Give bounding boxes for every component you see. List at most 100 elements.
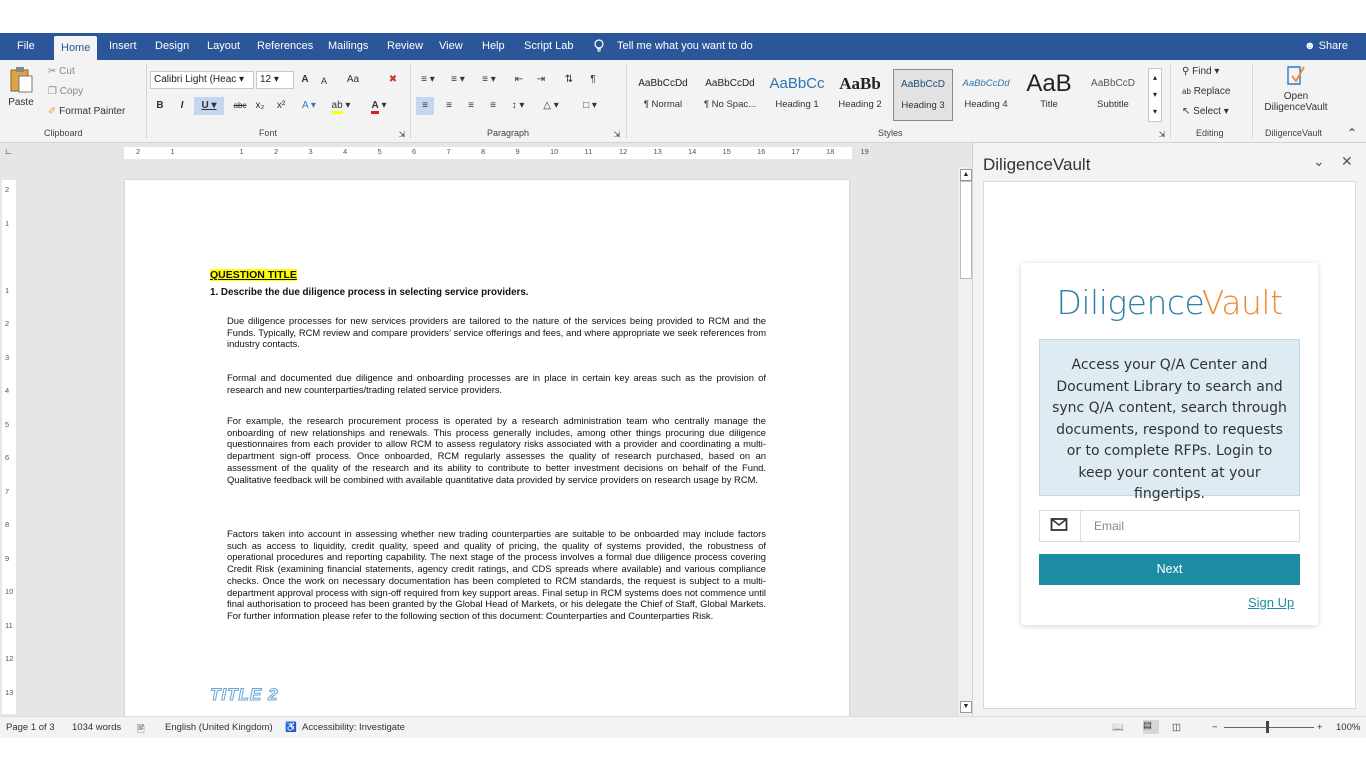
zoom-in-button[interactable]: + <box>1317 722 1323 733</box>
style-name: Heading 1 <box>775 99 819 110</box>
scroll-up-arrow-icon[interactable]: ▲ <box>960 169 972 181</box>
style-heading-2[interactable]: AaBb Heading 2 <box>829 69 891 119</box>
tab-file[interactable]: File <box>17 33 35 60</box>
find-button[interactable]: ⚲ Find ▾ <box>1182 66 1219 77</box>
tab-home[interactable]: Home <box>54 36 98 60</box>
numbering-icon[interactable]: ≡ ▾ <box>446 71 470 89</box>
collapse-ribbon-icon[interactable]: ⌃ <box>1344 124 1360 142</box>
grow-font-button[interactable]: A <box>298 71 312 89</box>
tab-mailings[interactable]: Mailings <box>328 33 368 60</box>
zoom-slider[interactable] <box>1224 727 1314 728</box>
tab-layout[interactable]: Layout <box>207 33 240 60</box>
tab-design[interactable]: Design <box>155 33 189 60</box>
style-heading-4[interactable]: AaBbCcDd Heading 4 <box>955 69 1017 119</box>
shading-icon[interactable]: △ ▾ <box>536 97 566 115</box>
align-right-icon[interactable]: ≡ <box>462 97 480 115</box>
subscript-button[interactable]: x₂ <box>253 97 267 115</box>
underline-button[interactable]: U ▾ <box>194 97 224 115</box>
zoom-out-button[interactable]: − <box>1212 722 1218 733</box>
style-title[interactable]: AaB Title <box>1018 69 1080 119</box>
style-heading-3[interactable]: AaBbCcD Heading 3 <box>893 69 953 121</box>
tab-help[interactable]: Help <box>482 33 505 60</box>
change-case-button[interactable]: Aa <box>342 71 364 89</box>
zoom-level[interactable]: 100% <box>1336 722 1360 733</box>
tab-review[interactable]: Review <box>387 33 423 60</box>
tell-me-search[interactable]: Tell me what you want to do <box>617 33 753 60</box>
styles-gallery-scroll[interactable]: ▴ ▾ ▾ <box>1148 68 1162 122</box>
web-layout-icon[interactable]: ◫ <box>1172 722 1181 733</box>
justify-icon[interactable]: ≡ <box>484 97 502 115</box>
info-box: Access your Q/A Center and Document Libr… <box>1039 339 1300 502</box>
word-count[interactable]: 1034 words <box>72 722 121 733</box>
format-painter-button[interactable]: ✐ Format Painter <box>48 106 125 117</box>
style-preview: AaBbCcDd <box>638 78 688 89</box>
multilevel-list-icon[interactable]: ≡ ▾ <box>476 71 502 89</box>
align-left-icon[interactable]: ≡ <box>416 97 434 115</box>
show-formatting-icon[interactable]: ¶ <box>584 71 602 89</box>
horizontal-ruler[interactable]: 2 1 1 2 3 4 5 6 7 8 9 10 11 12 13 14 15 16 17 18 19 <box>124 147 869 159</box>
style-no-spacing[interactable]: AaBbCcDd ¶ No Spac... <box>699 69 761 119</box>
font-name-select[interactable]: Calibri Light (Heac ▾ <box>150 71 254 89</box>
style-subtitle[interactable]: AaBbCcD Subtitle <box>1082 69 1144 119</box>
decrease-indent-icon[interactable]: ⇤ <box>510 71 528 89</box>
tab-script-lab[interactable]: Script Lab <box>524 33 574 60</box>
zoom-slider-thumb[interactable] <box>1266 721 1269 733</box>
dialog-launcher-icon[interactable]: ⇲ <box>397 126 407 144</box>
increase-indent-icon[interactable]: ⇥ <box>532 71 550 89</box>
borders-icon[interactable]: □ ▾ <box>576 97 604 115</box>
close-icon[interactable]: ✕ <box>1341 153 1353 170</box>
cut-button[interactable]: ✂ Cut <box>48 66 75 77</box>
print-layout-icon[interactable]: ▤ <box>1143 720 1159 734</box>
style-normal[interactable]: AaBbCcDd ¶ Normal <box>632 69 694 119</box>
scrollbar-thumb[interactable] <box>960 181 972 279</box>
bold-button[interactable]: B <box>152 97 168 115</box>
font-size-value: 12 <box>260 74 272 85</box>
ribbon: Paste ✂ Cut ❐ Copy ✐ Format Painter Clip… <box>0 60 1366 143</box>
font-color-icon[interactable]: A ▾ <box>368 97 390 115</box>
scroll-down-arrow-icon[interactable]: ▼ <box>960 701 972 713</box>
tab-selector-icon[interactable]: ∟ <box>4 146 13 156</box>
italic-button[interactable]: I <box>174 97 190 115</box>
align-center-icon[interactable]: ≡ <box>440 97 458 115</box>
shrink-font-button[interactable]: A <box>318 72 330 90</box>
accessibility-status[interactable]: Accessibility: Investigate <box>302 722 405 733</box>
page-count[interactable]: Page 1 of 3 <box>6 722 55 733</box>
tab-references[interactable]: References <box>257 33 313 60</box>
sort-icon[interactable]: ⇅ <box>560 71 578 89</box>
document-scrollbar[interactable]: ▲ ▼ <box>957 167 973 716</box>
sign-up-link[interactable]: Sign Up <box>1248 595 1294 610</box>
superscript-button[interactable]: x² <box>274 97 288 115</box>
pane-options-chevron-icon[interactable]: ⌄ <box>1313 153 1325 170</box>
replace-button[interactable]: ab Replace <box>1182 86 1230 97</box>
clear-formatting-icon[interactable]: ✖ <box>386 71 400 89</box>
text-effects-icon[interactable]: A ▾ <box>298 97 320 115</box>
email-field[interactable]: Email <box>1039 510 1300 542</box>
paste-button[interactable]: Paste <box>6 66 36 124</box>
open-diligencevault-button[interactable]: Open DiligenceVault <box>1258 64 1334 124</box>
copy-button[interactable]: ❐ Copy <box>48 86 83 97</box>
highlight-color-icon[interactable]: ab ▾ <box>330 97 352 115</box>
style-heading-1[interactable]: AaBbCc Heading 1 <box>766 69 828 119</box>
body-paragraph: Factors taken into account in assessing … <box>227 528 766 621</box>
style-name: Heading 2 <box>838 99 882 110</box>
strikethrough-button[interactable]: abc <box>230 97 250 115</box>
select-button[interactable]: ↖ Select ▾ <box>1182 106 1229 117</box>
style-preview: AaBbCcDd <box>705 78 755 89</box>
font-size-select[interactable]: 12 ▾ <box>256 71 294 89</box>
accessibility-icon[interactable]: ♿ <box>285 722 297 733</box>
ruler-number: 1 <box>239 147 244 156</box>
proofing-icon[interactable]: 🖹 <box>137 722 145 738</box>
language[interactable]: English (United Kingdom) <box>165 722 273 733</box>
next-button[interactable]: Next <box>1039 554 1300 585</box>
dialog-launcher-icon[interactable]: ⇲ <box>612 126 622 144</box>
bullets-icon[interactable]: ≡ ▾ <box>416 71 440 89</box>
vertical-ruler[interactable]: 2 1 1 2 3 4 5 6 7 8 9 10 11 12 13 <box>2 180 16 714</box>
dialog-launcher-icon[interactable]: ⇲ <box>1157 126 1167 144</box>
tab-view[interactable]: View <box>439 33 463 60</box>
replace-icon: ab <box>1182 87 1191 96</box>
question-title: QUESTION TITLE <box>210 269 297 281</box>
line-spacing-icon[interactable]: ↕ ▾ <box>506 97 530 115</box>
read-mode-icon[interactable]: 📖 <box>1112 722 1124 733</box>
share-button[interactable]: ☻ Share <box>1304 33 1348 60</box>
tab-insert[interactable]: Insert <box>109 33 137 60</box>
